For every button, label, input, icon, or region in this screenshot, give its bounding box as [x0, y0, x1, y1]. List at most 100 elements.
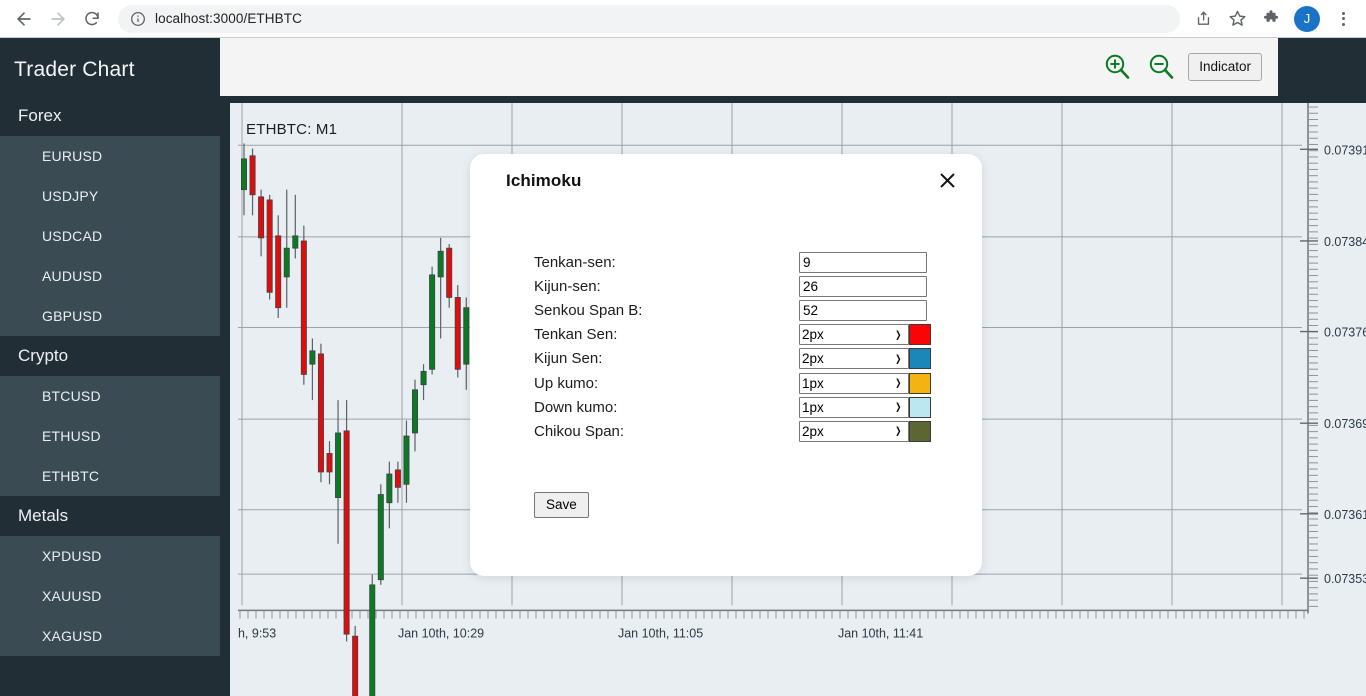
- zoom-out-magnifier-icon: [1150, 54, 1174, 79]
- share-icon: [1197, 11, 1209, 25]
- kijun-sen-period-input[interactable]: [799, 275, 927, 297]
- zoom-in-button[interactable]: [1100, 50, 1134, 84]
- field-label: Kijun-sen:: [534, 277, 601, 295]
- tenkan-sen-width-select[interactable]: 1px2px3px4px: [799, 324, 909, 346]
- back-arrow-icon: [17, 11, 31, 26]
- chart-region: ETHBTC: M1 0.0739170.0738400.0737650.073…: [220, 96, 1366, 696]
- url-text: localhost:3000/ETHBTC: [155, 11, 302, 26]
- sidebar-group-items: XPDUSD XAUUSD XAGUSD: [0, 536, 220, 656]
- field-row-senkou-span-b-period: Senkou Span B:: [470, 298, 982, 322]
- field-control: 1px2px3px4px ❭: [799, 348, 931, 370]
- tenkan-sen-width-select-wrap: 1px2px3px4px ❭: [799, 324, 909, 346]
- sidebar-group-title: Forex: [18, 106, 62, 125]
- field-label: Up kumo:: [534, 374, 599, 392]
- kijun-sen-width-select[interactable]: 1px2px3px4px: [799, 348, 909, 370]
- forward-arrow-icon: [51, 11, 65, 26]
- field-control: 1px2px3px4px ❭: [799, 420, 931, 442]
- sidebar-group-metals: Metals XPDUSD XAUUSD XAGUSD: [0, 496, 220, 656]
- ichimoku-settings-dialog: Ichimoku Tenkan-sen: 9 Kijun-sen: 26 Sen…: [470, 154, 982, 576]
- chikou-span-width-select[interactable]: 1px2px3px4px: [799, 420, 909, 442]
- profile-avatar[interactable]: J: [1294, 5, 1320, 32]
- sidebar-group-crypto: Crypto BTCUSD ETHUSD ETHBTC: [0, 336, 220, 496]
- field-label: Tenkan-sen:: [534, 253, 616, 271]
- app-root: Trader Chart Forex EURUSD USDJPY USDCAD …: [0, 38, 1366, 696]
- zoom-out-button[interactable]: [1144, 50, 1178, 84]
- reload-icon: [85, 11, 99, 25]
- sidebar-group-title: Crypto: [18, 346, 69, 365]
- down-kumo-width-select[interactable]: 1px2px3px4px: [799, 396, 909, 418]
- senkou-span-b-period-input[interactable]: [799, 299, 927, 321]
- back-button[interactable]: [8, 3, 40, 35]
- sidebar-group-title: Metals: [18, 506, 69, 525]
- field-control: [799, 251, 927, 273]
- sidebar-item-ethusd[interactable]: ETHUSD: [0, 416, 220, 456]
- settings-form: Tenkan-sen: Kijun-sen: Sen: [470, 250, 982, 444]
- field-label: Tenkan Sen:: [534, 326, 618, 344]
- field-row-down-kumo-style: Down kumo: 1px2px3px4px ❭: [470, 395, 982, 419]
- reload-button[interactable]: [76, 3, 108, 35]
- sidebar-item-xpdusd[interactable]: XPDUSD: [0, 536, 220, 576]
- sidebar-item-audusd[interactable]: AUDUSD: [0, 256, 220, 296]
- sidebar-item-btcusd[interactable]: BTCUSD: [0, 376, 220, 416]
- chart-toolbar: Indicator: [220, 38, 1278, 96]
- browser-actions: J: [1188, 4, 1358, 34]
- zoom-in-magnifier-icon: [1106, 54, 1130, 79]
- main-content: Indicator ETHBTC: M1 0.0739170.0738400.0…: [220, 38, 1366, 696]
- close-button[interactable]: [930, 163, 964, 197]
- kijun-sen-width-select-wrap: 1px2px3px4px ❭: [799, 348, 909, 370]
- field-control: 1px2px3px4px ❭: [799, 396, 931, 418]
- field-control: 1px2px3px4px ❭: [799, 372, 931, 394]
- sidebar-group-items: EURUSD USDJPY USDCAD AUDUSD GBPUSD: [0, 136, 220, 336]
- bookmark-button[interactable]: [1222, 4, 1252, 34]
- field-control: 1px2px3px4px ❭: [799, 324, 931, 346]
- up-kumo-width-select-wrap: 1px2px3px4px ❭: [799, 372, 909, 394]
- sidebar-item-gbpusd[interactable]: GBPUSD: [0, 296, 220, 336]
- bookmark-star-icon: [1229, 10, 1245, 26]
- up-kumo-color-swatch[interactable]: [909, 372, 931, 394]
- indicator-button[interactable]: Indicator: [1188, 53, 1262, 81]
- chikou-span-width-select-wrap: 1px2px3px4px ❭: [799, 420, 909, 442]
- share-button[interactable]: [1188, 4, 1218, 34]
- dialog-title: Ichimoku: [506, 171, 582, 190]
- field-control: [799, 275, 927, 297]
- kijun-sen-color-swatch[interactable]: [909, 348, 931, 370]
- sidebar-group-items: BTCUSD ETHUSD ETHBTC: [0, 376, 220, 496]
- field-row-tenkan-sen-period: Tenkan-sen:: [470, 250, 982, 274]
- chikou-span-color-swatch[interactable]: [909, 420, 931, 442]
- address-bar[interactable]: localhost:3000/ETHBTC: [118, 4, 1180, 33]
- save-button[interactable]: Save: [534, 492, 589, 519]
- field-label: Down kumo:: [534, 398, 618, 416]
- down-kumo-width-select-wrap: 1px2px3px4px ❭: [799, 396, 909, 418]
- forward-button[interactable]: [42, 3, 74, 35]
- sidebar-item-eurusd[interactable]: EURUSD: [0, 136, 220, 176]
- tenkan-sen-period-input[interactable]: [799, 251, 927, 273]
- sidebar-group-forex: Forex EURUSD USDJPY USDCAD AUDUSD GBPUSD: [0, 96, 220, 336]
- field-row-tenkan-sen-style: Tenkan Sen: 1px2px3px4px ❭: [470, 323, 982, 347]
- kebab-menu-icon: [1341, 11, 1345, 26]
- close-x-icon: [940, 173, 954, 187]
- sidebar-item-xagusd[interactable]: XAGUSD: [0, 616, 220, 656]
- app-brand-title: Trader Chart: [14, 58, 135, 81]
- site-info-icon[interactable]: [130, 11, 146, 27]
- down-kumo-color-swatch[interactable]: [909, 396, 931, 418]
- browser-toolbar: localhost:3000/ETHBTC J: [0, 0, 1366, 38]
- field-label: Chikou Span:: [534, 422, 625, 440]
- field-row-up-kumo-style: Up kumo: 1px2px3px4px ❭: [470, 371, 982, 395]
- tenkan-sen-color-swatch[interactable]: [909, 324, 931, 346]
- sidebar-item-usdcad[interactable]: USDCAD: [0, 216, 220, 256]
- sidebar: Trader Chart Forex EURUSD USDJPY USDCAD …: [0, 38, 220, 696]
- sidebar-item-ethbtc[interactable]: ETHBTC: [0, 456, 220, 496]
- sidebar-item-usdjpy[interactable]: USDJPY: [0, 176, 220, 216]
- dialog-actions: Save: [534, 492, 589, 519]
- field-row-kijun-sen-style: Kijun Sen: 1px2px3px4px ❭: [470, 347, 982, 371]
- field-label: Kijun Sen:: [534, 350, 603, 368]
- field-control: [799, 299, 927, 321]
- extensions-button[interactable]: [1256, 4, 1286, 34]
- up-kumo-width-select[interactable]: 1px2px3px4px: [799, 372, 909, 394]
- field-row-kijun-sen-period: Kijun-sen:: [470, 274, 982, 298]
- sidebar-item-xauusd[interactable]: XAUUSD: [0, 576, 220, 616]
- extensions-puzzle-icon: [1264, 9, 1279, 22]
- chrome-menu-button[interactable]: [1328, 4, 1358, 34]
- modal-overlay: Ichimoku Tenkan-sen: 9 Kijun-sen: 26 Sen…: [220, 96, 1366, 696]
- field-label: Senkou Span B:: [534, 301, 643, 319]
